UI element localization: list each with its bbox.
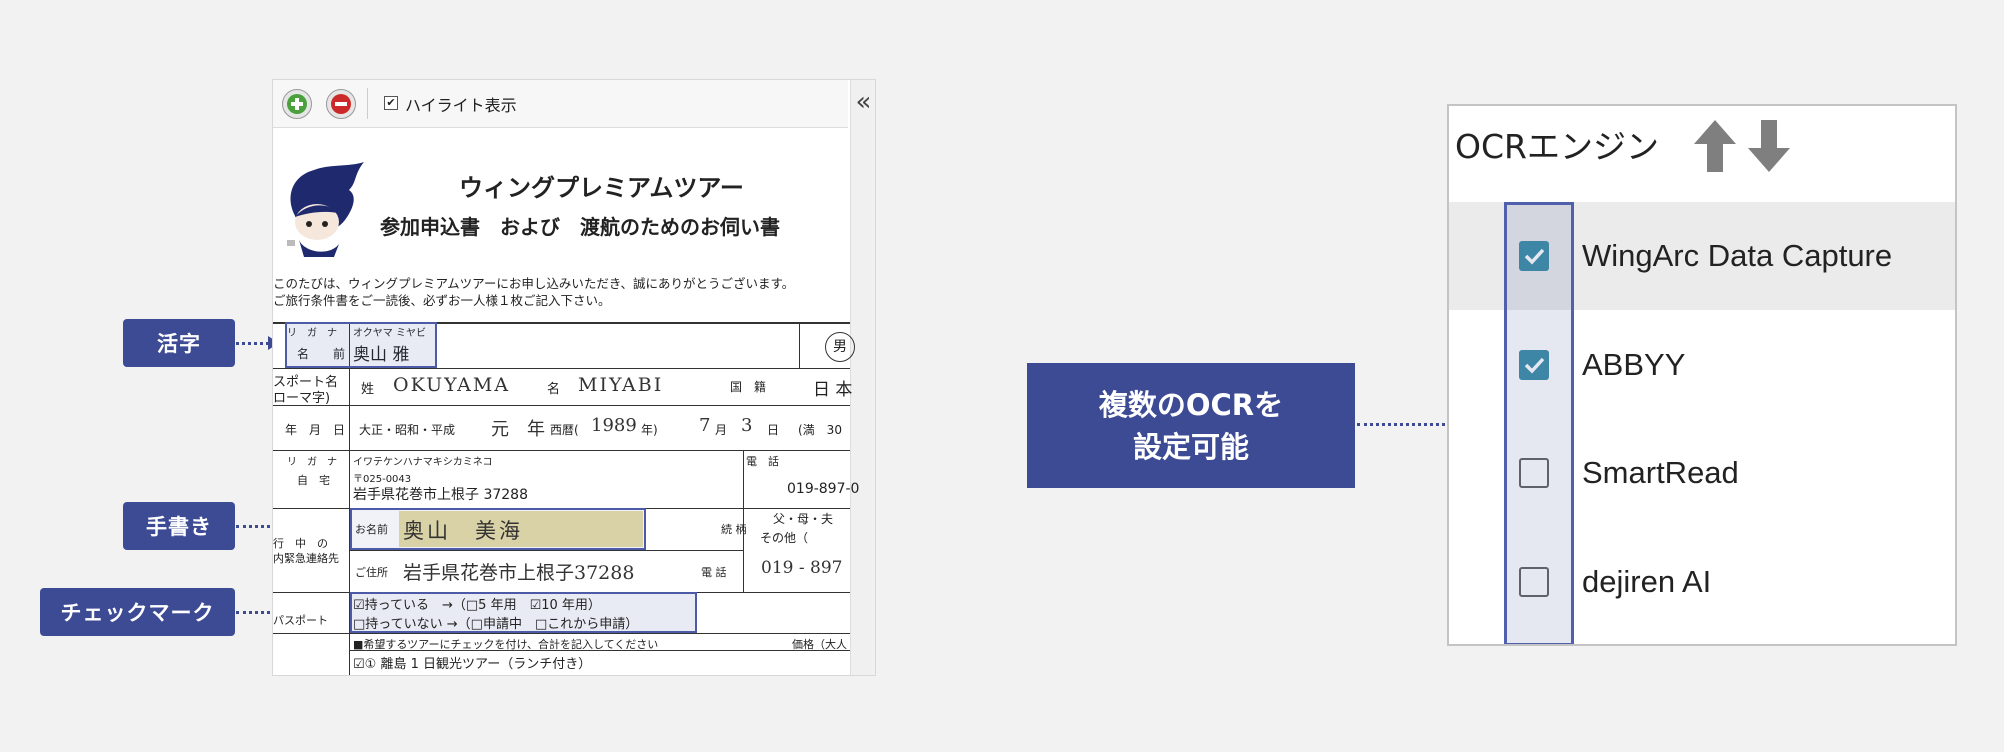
passport-have: ☑持っている →（□5 年用 ☑10 年用） <box>353 598 601 613</box>
address-value: 岩手県花巻市上根子 37288 <box>353 487 528 503</box>
zoom-in-button[interactable] <box>282 89 312 119</box>
relation-value1: 父・母・夫 <box>773 512 834 526</box>
multi-ocr-callout: 複数のOCRを 設定可能 <box>1027 363 1355 488</box>
multi-ocr-line2: 設定可能 <box>1132 429 1249 464</box>
arrow-up-icon[interactable] <box>1692 118 1738 174</box>
form-intro-line2: ご旅行条件書をご一読後、必ずお一人様１枚ご記入下さい。 <box>273 293 611 308</box>
age-label: (満 30 <box>798 423 842 437</box>
gender-circle: 男 <box>825 332 855 362</box>
emergency-label1: 行 中 の <box>273 537 328 550</box>
checkmark-label: チェックマーク <box>40 588 235 636</box>
seireki-suffix: 年) <box>641 423 658 437</box>
ocr-engine-panel: OCRエンジン WingArc Data Capture ABBYY Smart… <box>1447 104 1957 646</box>
era-options: 大正・昭和・平成 <box>359 423 456 437</box>
sei-value: OKUYAMA <box>393 374 511 396</box>
emergency-address-value: 岩手県花巻市上根子37288 <box>403 562 635 584</box>
emergency-phone-value: 019 - 897 <box>761 558 843 578</box>
emergency-name-label: お名前 <box>355 523 388 536</box>
printed-highlight-box <box>285 322 437 368</box>
highlight-toggle-label: ハイライト表示 <box>405 96 517 115</box>
highlight-checkbox[interactable]: ✔ <box>384 96 398 110</box>
double-chevron-left-icon: « <box>855 87 872 117</box>
printed-connector <box>236 342 269 345</box>
minus-icon <box>331 94 351 114</box>
seireki-value: 1989 <box>591 415 637 436</box>
emergency-name-value: 奥山 美海 <box>403 519 523 543</box>
mei-value: MIYABI <box>578 374 664 396</box>
ocr-engine-title: OCRエンジン <box>1455 127 1659 166</box>
nationality-value: 日 本 <box>813 380 853 400</box>
engine-label-dejiren: dejiren AI <box>1582 564 1712 599</box>
document-viewer: ✔ ハイライト表示 « ウィングプレミアムツアー 参加申込書 および 渡航のため… <box>272 79 876 676</box>
nationality-label: 国 籍 <box>730 380 767 394</box>
plus-icon <box>287 94 307 114</box>
sei-label: 姓 <box>361 382 375 397</box>
engine-label-wingarc: WingArc Data Capture <box>1582 238 1893 273</box>
postal-code: 〒025-0043 <box>353 474 412 485</box>
birth-day: 3 <box>741 415 753 436</box>
mascot-logo <box>287 162 364 257</box>
collapse-panel-button[interactable]: « <box>850 80 875 675</box>
emergency-phone-label: 電 話 <box>701 566 727 579</box>
zoom-out-button[interactable] <box>326 89 356 119</box>
passport-row-label: パスポート <box>273 614 328 627</box>
engine-label-smartread: SmartRead <box>1582 455 1739 490</box>
era-year: 元 年 <box>491 419 545 440</box>
home-label: 自 宅 <box>297 474 330 487</box>
passport-name-label2: ローマ字) <box>273 391 331 406</box>
form-title: ウィングプレミアムツアー <box>459 174 744 202</box>
emergency-label2: 内緊急連絡先 <box>273 552 339 565</box>
mei-label: 名 <box>547 382 561 397</box>
engine-label-abbyy: ABBYY <box>1582 347 1686 382</box>
viewer-toolbar: ✔ ハイライト表示 <box>273 80 848 128</box>
multi-ocr-line1: 複数のOCRを <box>1098 387 1284 422</box>
birth-month-unit: 月 <box>715 423 728 437</box>
birth-month: 7 <box>699 415 711 436</box>
arrow-down-icon[interactable] <box>1746 118 1792 174</box>
handwritten-label: 手書き <box>123 502 235 550</box>
checkbox-column-highlight <box>1504 202 1574 644</box>
tour-item: ☑① 離島 1 日観光ツアー（ランチ付き） <box>353 657 592 672</box>
relation-label: 続 柄 <box>721 523 747 536</box>
address-furigana-value: イワテケンハナマキシカミネコ <box>353 457 493 468</box>
form-subtitle: 参加申込書 および 渡航のためのお伺い書 <box>380 215 780 239</box>
seireki-label: 西暦( <box>550 423 579 437</box>
printed-text-label: 活字 <box>123 319 235 367</box>
home-phone-value: 019-897-0 <box>787 481 860 497</box>
home-phone-label: 電 話 <box>746 455 779 468</box>
address-furigana-label: リ ガ ナ <box>287 457 337 468</box>
passport-not: □持っていない →（□申請中 □これから申請） <box>353 617 639 632</box>
emergency-address-label: ご住所 <box>355 566 388 579</box>
birth-day-unit: 日 <box>767 423 780 437</box>
relation-value2: その他（ <box>760 531 809 545</box>
birth-label: 年 月 日 <box>285 423 346 437</box>
